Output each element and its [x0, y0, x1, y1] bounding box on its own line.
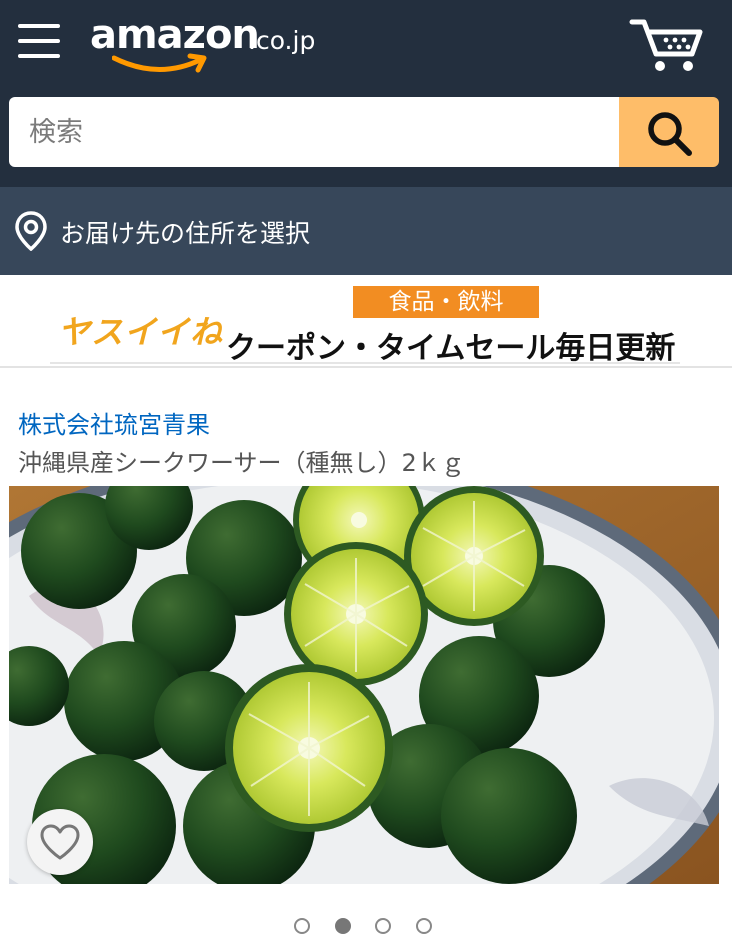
- heart-icon: [40, 824, 80, 860]
- product-photo-limes: [9, 486, 719, 884]
- logo-domain-suffix: .co.jp: [248, 26, 316, 55]
- carousel-dot-4[interactable]: [416, 918, 432, 934]
- section-divider: [0, 366, 732, 368]
- image-carousel-indicator: [294, 918, 444, 938]
- product-image[interactable]: [9, 486, 719, 884]
- banner-category-tag: 食品・飲料: [353, 286, 539, 318]
- search-icon: [648, 112, 692, 156]
- location-pin-icon: [15, 211, 47, 251]
- carousel-dot-3[interactable]: [375, 918, 391, 934]
- banner-headline: クーポン・タイムセール毎日更新: [226, 331, 676, 366]
- add-to-wishlist-button[interactable]: [27, 809, 93, 875]
- product-title: 沖縄県産シークワーサー（種無し）2ｋｇ: [18, 449, 465, 477]
- promo-banner[interactable]: ヤスイイね 食品・飲料 クーポン・タイムセール毎日更新: [0, 275, 732, 367]
- banner-underline: [50, 362, 680, 364]
- search-bar: [9, 97, 719, 167]
- delivery-address-label: お届け先の住所を選択: [60, 219, 311, 248]
- carousel-dot-2[interactable]: [335, 918, 351, 934]
- hamburger-menu-icon[interactable]: [18, 22, 60, 60]
- carousel-dot-1[interactable]: [294, 918, 310, 934]
- delivery-address-bar[interactable]: お届け先の住所を選択: [0, 187, 732, 275]
- search-button[interactable]: [619, 97, 719, 167]
- banner-logo: ヤスイイね: [58, 313, 224, 351]
- top-navigation-bar: amazon .co.jp: [0, 0, 732, 187]
- cart-button[interactable]: [628, 14, 704, 74]
- amazon-logo[interactable]: amazon .co.jp: [90, 6, 330, 76]
- product-brand-link[interactable]: 株式会社琉宮青果: [18, 405, 210, 440]
- search-input[interactable]: [9, 97, 619, 167]
- cart-icon: [629, 19, 703, 71]
- smile-arrow-icon: [112, 53, 207, 73]
